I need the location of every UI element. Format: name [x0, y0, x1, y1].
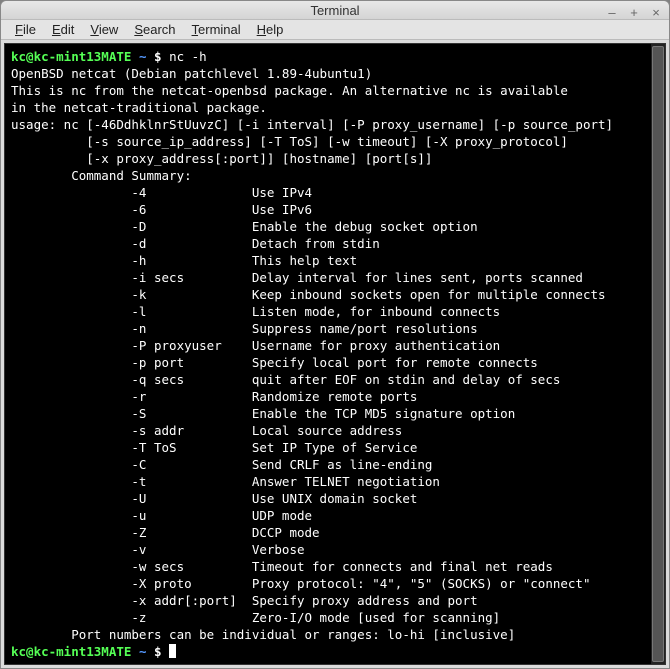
output-line: OpenBSD netcat (Debian patchlevel 1.89-4… [11, 66, 372, 81]
minimize-button[interactable]: – [605, 5, 619, 19]
menu-terminal[interactable]: Terminal [184, 20, 249, 39]
output-line: in the netcat-traditional package. [11, 100, 267, 115]
output-line: -k Keep inbound sockets open for multipl… [11, 287, 606, 302]
output-line: -q secs quit after EOF on stdin and dela… [11, 372, 560, 387]
prompt-symbol: $ [154, 644, 162, 659]
output-line: -t Answer TELNET negotiation [11, 474, 440, 489]
output-line: -l Listen mode, for inbound connects [11, 304, 500, 319]
menu-label: earch [143, 22, 176, 37]
close-button[interactable]: × [649, 5, 663, 19]
titlebar: Terminal – + × [1, 1, 669, 20]
output-line: -4 Use IPv4 [11, 185, 312, 200]
output-line: -U Use UNIX domain socket [11, 491, 417, 506]
output-line: -r Randomize remote ports [11, 389, 417, 404]
output-line: -n Suppress name/port resolutions [11, 321, 478, 336]
prompt-user-host: kc@kc-mint13MATE [11, 644, 131, 659]
menu-label: erminal [198, 22, 241, 37]
output-line: -h This help text [11, 253, 357, 268]
output-line: -v Verbose [11, 542, 305, 557]
output-line: This is nc from the netcat-openbsd packa… [11, 83, 568, 98]
output-line: Command Summary: [11, 168, 192, 183]
prompt-symbol: $ [154, 49, 162, 64]
command-text: nc -h [169, 49, 207, 64]
output-line: -6 Use IPv6 [11, 202, 312, 217]
output-line: -z Zero-I/O mode [used for scanning] [11, 610, 500, 625]
output-line: -C Send CRLF as line-ending [11, 457, 432, 472]
output-line: -X proto Proxy protocol: "4", "5" (SOCKS… [11, 576, 590, 591]
prompt-user-host: kc@kc-mint13MATE [11, 49, 131, 64]
output-line: -S Enable the TCP MD5 signature option [11, 406, 515, 421]
output-line: usage: nc [-46DdhklnrStUuvzC] [-i interv… [11, 117, 613, 132]
scrollbar[interactable] [651, 44, 665, 664]
menu-view[interactable]: View [82, 20, 126, 39]
output-line: -u UDP mode [11, 508, 312, 523]
menu-edit[interactable]: Edit [44, 20, 82, 39]
output-line: -D Enable the debug socket option [11, 219, 478, 234]
menu-label: ile [23, 22, 36, 37]
menu-help[interactable]: Help [249, 20, 292, 39]
output-line: -Z DCCP mode [11, 525, 320, 540]
output-line: -w secs Timeout for connects and final n… [11, 559, 553, 574]
terminal-window: Terminal – + × File Edit View Search Ter… [0, 0, 670, 669]
menu-label: dit [61, 22, 75, 37]
output-line: -i secs Delay interval for lines sent, p… [11, 270, 583, 285]
output-line: -P proxyuser Username for proxy authenti… [11, 338, 500, 353]
prompt-cwd: ~ [139, 644, 147, 659]
menu-label: iew [99, 22, 119, 37]
prompt-cwd: ~ [139, 49, 147, 64]
terminal-body: kc@kc-mint13MATE ~ $ nc -h OpenBSD netca… [4, 43, 666, 665]
menu-search[interactable]: Search [126, 20, 183, 39]
output-line: -T ToS Set IP Type of Service [11, 440, 417, 455]
output-line: [-x proxy_address[:port]] [hostname] [po… [11, 151, 432, 166]
menu-file[interactable]: File [7, 20, 44, 39]
output-line: [-s source_ip_address] [-T ToS] [-w time… [11, 134, 568, 149]
menubar: File Edit View Search Terminal Help [1, 20, 669, 40]
window-controls: – + × [605, 5, 663, 19]
maximize-button[interactable]: + [627, 5, 641, 19]
output-line: Port numbers can be individual or ranges… [11, 627, 515, 642]
output-line: -p port Specify local port for remote co… [11, 355, 538, 370]
cursor [169, 644, 176, 658]
output-line: -x addr[:port] Specify proxy address and… [11, 593, 478, 608]
output-line: -d Detach from stdin [11, 236, 380, 251]
scrollbar-thumb[interactable] [652, 46, 664, 662]
terminal-area[interactable]: kc@kc-mint13MATE ~ $ nc -h OpenBSD netca… [5, 44, 651, 664]
window-title: Terminal [310, 3, 359, 18]
menu-label: elp [266, 22, 283, 37]
output-line: -s addr Local source address [11, 423, 402, 438]
